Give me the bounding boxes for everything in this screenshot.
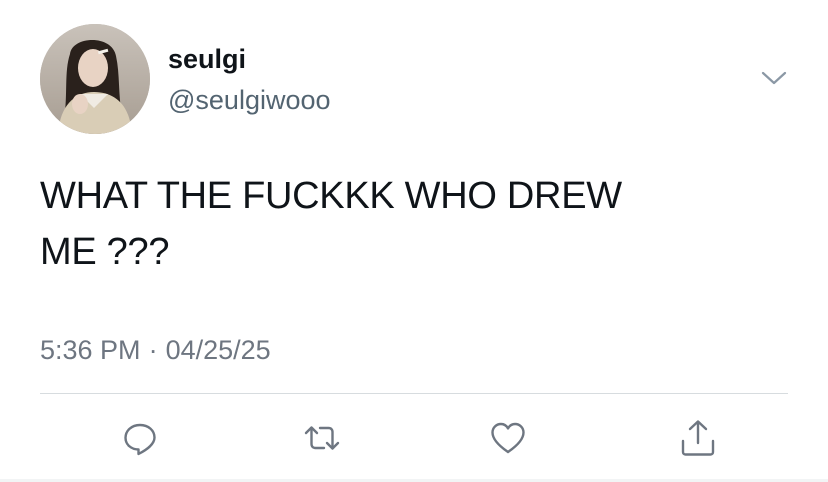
tweet-time: 5:36 PM [40,335,141,365]
divider [40,393,788,394]
user-handle[interactable]: @seulgiwooo [168,83,331,117]
tweet-text-line-1: WHAT THE FUCKKK WHO DREW [40,175,622,217]
share-button[interactable] [678,418,718,458]
retweet-icon [304,426,340,450]
meta-separator: · [148,335,158,365]
heart-icon [491,422,525,454]
profile-photo-icon [40,24,150,134]
tweet-text-line-2: ME ??? [40,231,170,273]
tweet-timestamp[interactable]: 5:36 PM · 04/25/25 [40,333,271,367]
like-button[interactable] [488,418,528,458]
chevron-down-icon [761,71,787,85]
tweet-card: seulgi @seulgiwooo WHAT THE FUCKKK WHO D… [0,0,828,482]
tweet-date: 04/25/25 [165,335,271,365]
reply-icon [124,423,156,456]
reply-button[interactable] [120,418,160,458]
more-options-button[interactable] [758,64,790,92]
tweet-text: WHAT THE FUCKKK WHO DREW ME ??? [40,168,740,280]
share-icon [681,420,715,456]
retweet-button[interactable] [302,418,342,458]
display-name[interactable]: seulgi [168,42,246,76]
avatar[interactable] [40,24,150,134]
